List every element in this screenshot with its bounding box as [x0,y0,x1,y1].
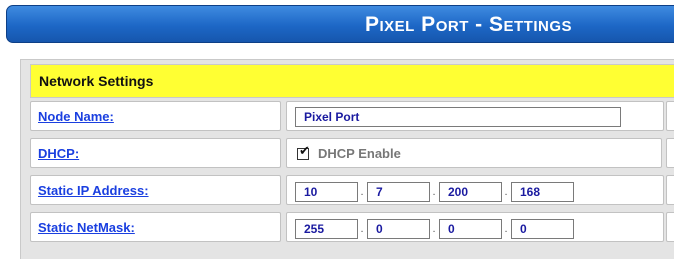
octet-separator: . [504,223,508,235]
node-name-input[interactable] [295,107,621,127]
octet-separator: . [360,186,364,198]
static-netmask-octet-1[interactable] [295,219,358,239]
node-name-label-cell: Node Name: [30,101,281,131]
static-netmask-extra-cell [666,212,674,242]
node-name-extra-cell [666,101,674,131]
checkmark-icon: ✔ [299,144,310,159]
static-ip-value-cell: . . . [286,175,664,205]
dhcp-value-cell: ✔ DHCP Enable [286,138,662,168]
static-ip-octet-1[interactable] [295,182,358,202]
static-ip-extra-cell [666,175,674,205]
page-title: Pixel Port - Settings [365,13,573,36]
static-ip-octet-4[interactable] [511,182,574,202]
octet-separator: . [360,223,364,235]
dhcp-extra-cell [666,138,674,168]
static-ip-octet-2[interactable] [367,182,430,202]
octet-separator: . [432,186,436,198]
static-netmask-octet-2[interactable] [367,219,430,239]
static-netmask-value-cell: . . . [286,212,664,242]
octet-separator: . [504,186,508,198]
dhcp-enable-checkbox[interactable]: ✔ [297,144,310,160]
section-header: Network Settings [30,64,674,98]
dhcp-enable-label: DHCP Enable [318,146,401,161]
static-netmask-octet-4[interactable] [511,219,574,239]
node-name-value-cell [286,101,664,131]
octet-separator: . [432,223,436,235]
static-netmask-octet-3[interactable] [439,219,502,239]
static-ip-label[interactable]: Static IP Address: [38,176,149,205]
static-netmask-label-cell: Static NetMask: [30,212,281,242]
node-name-label[interactable]: Node Name: [38,102,114,131]
header-bar: Pixel Port - Settings [6,5,674,43]
static-netmask-label[interactable]: Static NetMask: [38,213,135,242]
static-ip-octet-3[interactable] [439,182,502,202]
dhcp-label[interactable]: DHCP: [38,139,79,168]
static-ip-label-cell: Static IP Address: [30,175,281,205]
section-title: Network Settings [39,73,154,89]
dhcp-label-cell: DHCP: [30,138,281,168]
